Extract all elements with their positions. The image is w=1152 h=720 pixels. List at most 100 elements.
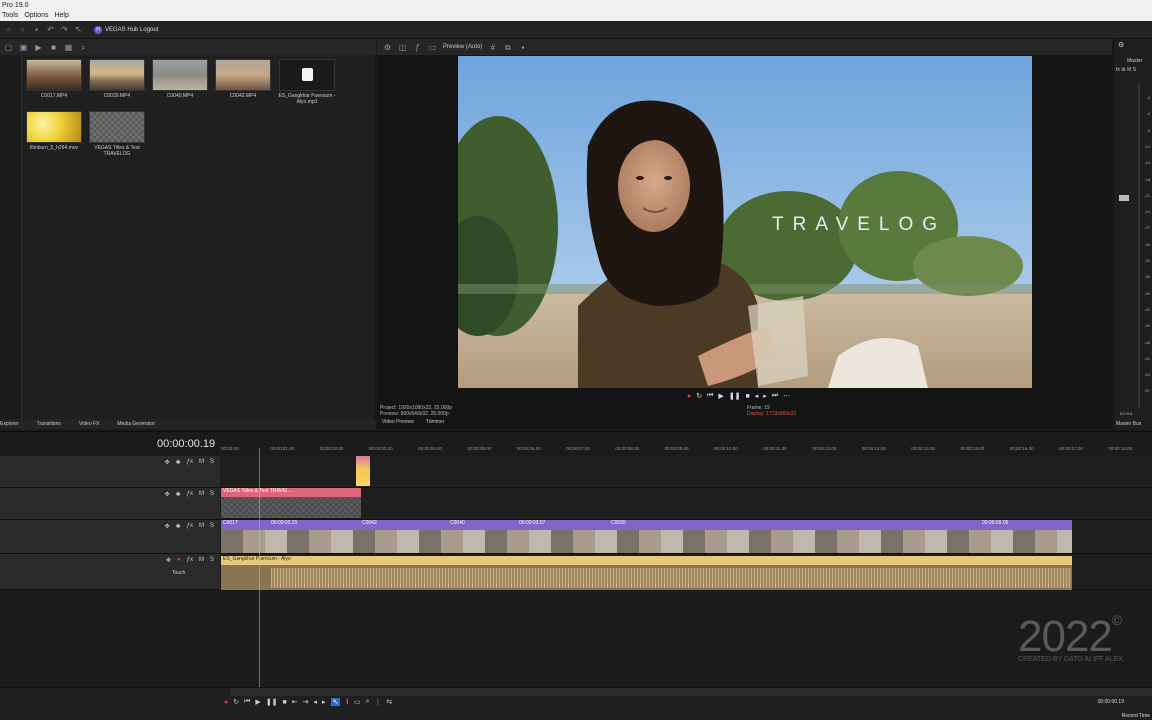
save-snapshot-icon[interactable]: ▪: [518, 43, 527, 52]
play-from-start-icon[interactable]: ⏮: [707, 392, 713, 400]
solo-button[interactable]: S: [210, 523, 214, 530]
compositing-icon[interactable]: ✱: [176, 523, 181, 530]
audio-clip[interactable]: ES_Gangkhar Puensum - Alyo: [221, 556, 1072, 590]
envelope-tool-icon[interactable]: ⌇: [345, 698, 348, 706]
record-icon[interactable]: ●: [224, 699, 228, 706]
track-header-1[interactable]: ✥ ✱ ƒx M S: [0, 456, 220, 488]
stop-icon[interactable]: ■: [49, 43, 58, 52]
compositing-icon[interactable]: ✱: [176, 491, 181, 498]
mute-button[interactable]: M: [199, 459, 204, 466]
copy-snapshot-icon[interactable]: ⧉: [503, 43, 512, 52]
open-icon[interactable]: ▫: [18, 25, 27, 34]
split-icon[interactable]: ◫: [398, 43, 407, 52]
auto-ripple-icon[interactable]: ⇆: [386, 698, 392, 706]
compositing-icon[interactable]: ✱: [176, 459, 181, 466]
track-fx-icon[interactable]: ƒx: [187, 459, 193, 466]
tab-video-preview[interactable]: Video Preview: [382, 419, 414, 425]
media-item[interactable]: C0040.MP4: [150, 59, 210, 99]
snapping-icon[interactable]: ⋮: [374, 698, 381, 706]
loop-icon[interactable]: ↻: [233, 698, 239, 706]
track-motion-icon[interactable]: ✥: [165, 459, 170, 466]
media-item[interactable]: C0039.MP4: [87, 59, 147, 99]
master-settings-icon[interactable]: ⚙: [1118, 41, 1124, 49]
media-item[interactable]: C0017.MP4: [24, 59, 84, 99]
media-label: ES_Gangkhar Puensum - Alyo.mp3: [278, 93, 336, 105]
vegas-hub-button[interactable]: H VEGAS Hub Logout: [94, 25, 158, 34]
media-item[interactable]: C0042.MP4: [213, 59, 273, 99]
go-to-end-icon[interactable]: ⏭: [772, 392, 778, 400]
track-motion-icon[interactable]: ✥: [165, 491, 170, 498]
selection-tool-icon[interactable]: ▭: [354, 698, 361, 706]
undo-icon[interactable]: ↶: [46, 25, 55, 34]
next-frame-icon[interactable]: ▸: [763, 392, 767, 400]
cursor-icon[interactable]: ↖: [74, 25, 83, 34]
play-icon[interactable]: ▶: [34, 43, 43, 52]
go-to-start-icon[interactable]: ⇤: [292, 698, 298, 706]
tab-media-generator[interactable]: Media Generator: [117, 419, 155, 429]
track-header-2[interactable]: ✥ ✱ ƒx M S: [0, 488, 220, 520]
preview-quality-select[interactable]: Preview (Auto): [443, 44, 482, 50]
mute-button[interactable]: M: [199, 491, 204, 498]
menu-options[interactable]: Options: [24, 11, 48, 21]
master-fader-handle[interactable]: [1119, 195, 1129, 201]
views-icon[interactable]: ▦: [64, 43, 73, 52]
import-icon[interactable]: ▢: [4, 43, 13, 52]
external-monitor-icon[interactable]: ▭: [428, 43, 437, 52]
track-motion-icon[interactable]: ✥: [165, 523, 170, 530]
media-item[interactable]: VEGAS Titles & Text TRAVELOG: [87, 111, 147, 157]
solo-button[interactable]: S: [210, 459, 214, 466]
track-fx-icon[interactable]: ƒx: [187, 491, 193, 498]
next-frame-icon[interactable]: ▸: [322, 698, 326, 706]
stop-icon[interactable]: ■: [283, 699, 287, 706]
go-to-end-icon[interactable]: ⇥: [303, 698, 309, 706]
filmburn-clip[interactable]: [356, 456, 370, 486]
save-icon[interactable]: ▪: [32, 25, 41, 34]
record-icon[interactable]: ●: [687, 393, 691, 400]
prev-frame-icon[interactable]: ◂: [314, 698, 318, 706]
solo-button[interactable]: S: [210, 491, 214, 498]
track-fx-icon[interactable]: ƒx: [187, 523, 193, 530]
new-icon[interactable]: ▫: [4, 25, 13, 34]
explorer-tree[interactable]: [0, 55, 22, 419]
tab-video-fx[interactable]: Video FX: [79, 419, 99, 429]
media-item[interactable]: ES_Gangkhar Puensum - Alyo.mp3: [277, 59, 337, 105]
tab-explorer[interactable]: Explorer: [0, 419, 19, 429]
mute-button[interactable]: M: [199, 523, 204, 530]
capture-icon[interactable]: ▣: [19, 43, 28, 52]
title-clip[interactable]: VEGAS Titles & Text TRAVEL...: [221, 488, 361, 518]
track-header-audio[interactable]: ✥ ● ƒx M S Touch: [0, 554, 220, 590]
stop-icon[interactable]: ■: [746, 393, 750, 400]
pause-icon[interactable]: ❚❚: [266, 698, 278, 706]
play-from-start-icon[interactable]: ⏮: [244, 698, 250, 706]
timeline-cursor[interactable]: [259, 448, 260, 688]
search-icon[interactable]: ⌕: [79, 43, 88, 52]
audio-track-motion-icon[interactable]: ✥: [166, 557, 171, 564]
fx-icon[interactable]: ƒ: [413, 43, 422, 52]
gear-icon[interactable]: ⚙: [383, 43, 392, 52]
meter-tick: -33: [1144, 258, 1150, 263]
preview-tabs: Video Preview Trimmer: [382, 419, 444, 425]
tab-transitions[interactable]: Transitions: [37, 419, 61, 429]
loop-icon[interactable]: ↻: [696, 392, 702, 400]
more-icon[interactable]: ⋯: [783, 392, 790, 400]
track-header-3[interactable]: ✥ ✱ ƒx M S: [0, 520, 220, 554]
normal-edit-tool-icon[interactable]: ↖: [330, 698, 341, 706]
prev-frame-icon[interactable]: ◂: [755, 392, 759, 400]
zoom-tool-icon[interactable]: ⌕: [365, 698, 369, 706]
video-track-clips[interactable]: C0017 00:00:02.21 C0042 C0040 00:00:03.0…: [221, 520, 1072, 553]
track-fx-icon[interactable]: ƒx: [187, 557, 193, 564]
automation-mode[interactable]: Touch: [172, 570, 185, 576]
record-arm-icon[interactable]: ●: [177, 557, 181, 564]
redo-icon[interactable]: ↷: [60, 25, 69, 34]
menu-tools[interactable]: Tools: [2, 11, 18, 21]
media-item[interactable]: filmburn_5_h264.mov: [24, 111, 84, 151]
solo-button[interactable]: S: [210, 557, 214, 564]
timeline-scrollbar[interactable]: [230, 688, 1152, 696]
tab-trimmer[interactable]: Trimmer: [426, 419, 444, 425]
mute-button[interactable]: M: [199, 557, 204, 564]
menu-help[interactable]: Help: [54, 11, 68, 21]
play-icon[interactable]: ▶: [718, 392, 723, 400]
grid-icon[interactable]: #: [488, 43, 497, 52]
pause-icon[interactable]: ❚❚: [729, 392, 741, 400]
play-icon[interactable]: ▶: [255, 698, 260, 706]
